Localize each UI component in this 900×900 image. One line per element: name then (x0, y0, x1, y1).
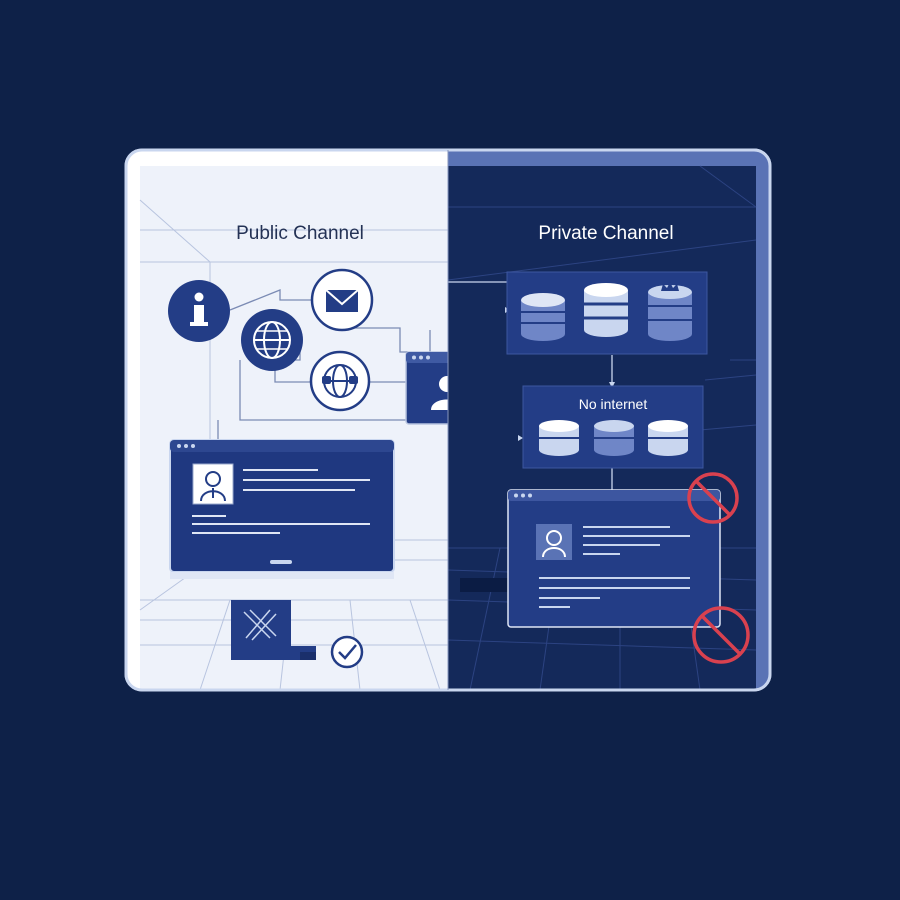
storage-cluster (506, 271, 708, 355)
no-internet-label: No internet (579, 396, 648, 412)
globe-network-icon (309, 350, 371, 412)
checkmark-icon (330, 635, 364, 669)
no-internet-cluster: No internet (522, 385, 704, 469)
private-channel-title: Private Channel (538, 223, 673, 244)
private-profile-card (507, 489, 721, 628)
database-icon (648, 420, 688, 456)
database-icon (594, 420, 634, 456)
info-icon (168, 280, 230, 342)
database-icon (584, 283, 628, 337)
public-profile-card (169, 439, 395, 579)
globe-icon (241, 309, 303, 371)
channel-comparison-diagram: Public Channel Private Channel No intern… (124, 148, 772, 692)
mail-icon (310, 268, 374, 332)
database-icon (521, 293, 565, 341)
database-icon (539, 420, 579, 456)
private-panel: Private Channel No internet (447, 150, 770, 690)
database-crown-icon (648, 282, 692, 341)
public-channel-title: Public Channel (236, 223, 364, 244)
